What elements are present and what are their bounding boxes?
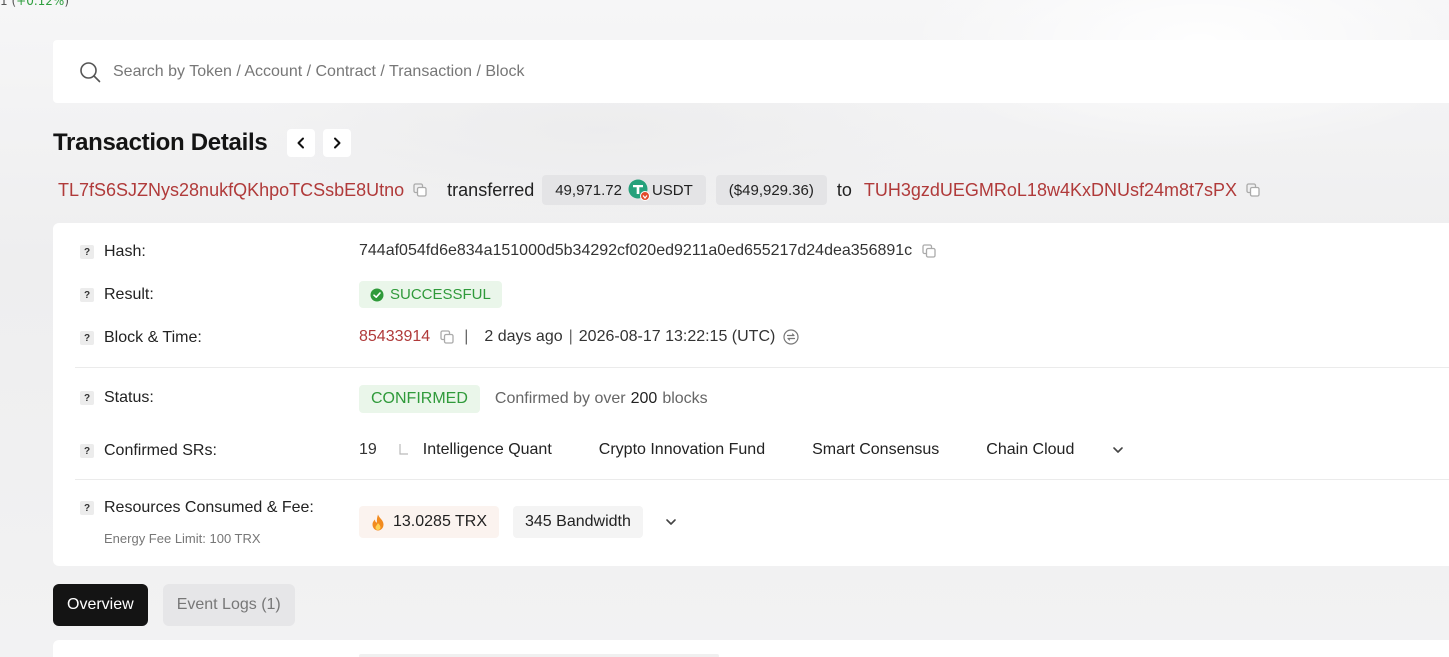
fee-badge: 13.0285 TRX [359, 506, 499, 538]
help-icon[interactable]: ? [80, 501, 94, 515]
copy-icon[interactable] [1246, 183, 1260, 197]
transferred-text: transferred [447, 179, 535, 200]
result-value: SUCCESSFUL [390, 286, 491, 303]
energy-fee-limit: Energy Fee Limit: 100 TRX [104, 531, 261, 546]
transaction-details-card: ? Hash: 744af054fd6e834a151000d5b34292cf… [53, 223, 1449, 566]
copy-icon[interactable] [440, 330, 454, 344]
search-icon [79, 61, 101, 83]
usd-value-badge: ($49,929.36) [715, 175, 827, 205]
overview-panel [53, 640, 1449, 657]
from-address-link[interactable]: TL7fS6SJZNys28nukfQKhpoTCSsbE8Utno [58, 180, 404, 201]
transfer-summary: TL7fS6SJZNys28nukfQKhpoTCSsbE8Utno trans… [58, 174, 1260, 206]
sr-item[interactable]: Chain Cloud [986, 441, 1074, 459]
search-bar[interactable] [53, 40, 1449, 103]
resources-label: Resources Consumed & Fee: [104, 499, 314, 516]
fire-icon [371, 514, 385, 531]
next-transaction-button[interactable] [323, 129, 352, 157]
copy-icon[interactable] [413, 183, 427, 197]
sr-item[interactable]: Smart Consensus [812, 441, 939, 459]
block-time-label: Block & Time: [104, 329, 202, 346]
ticker-text: 1 ( [0, 0, 17, 8]
chevron-left-icon [297, 137, 305, 149]
hash-value: 744af054fd6e834a151000d5b34292cf020ed921… [359, 242, 913, 259]
search-input[interactable] [113, 62, 813, 81]
result-badge: SUCCESSFUL [359, 281, 502, 308]
previous-transaction-button[interactable] [287, 129, 316, 157]
separator: | [464, 328, 469, 345]
help-icon[interactable]: ? [80, 444, 94, 458]
status-note-count: 200 [630, 390, 658, 407]
ticker-change: +0.12% [16, 0, 65, 8]
result-row: ? Result: [80, 286, 154, 304]
copy-icon[interactable] [922, 244, 936, 258]
tab-overview[interactable]: Overview [53, 584, 148, 626]
block-number-link[interactable]: 85433914 [359, 328, 430, 346]
fee-value: 13.0285 TRX [393, 513, 487, 530]
section-divider [75, 479, 1449, 480]
srs-count: 19 [359, 441, 377, 458]
confirmed-srs-row: ? Confirmed SRs: [80, 442, 217, 460]
amount-value: 49,971.72 [555, 181, 622, 199]
sr-item[interactable]: Intelligence Quant [423, 441, 552, 459]
chevron-right-icon [334, 137, 341, 149]
timezone-switch-icon[interactable] [783, 329, 799, 345]
help-icon[interactable]: ? [80, 331, 94, 345]
price-ticker: 1 (+0.12%) [0, 0, 69, 8]
amount-badge: 49,971.72 USDT [542, 175, 706, 205]
sr-item[interactable]: Crypto Innovation Fund [599, 441, 765, 459]
help-icon[interactable]: ? [80, 391, 94, 405]
status-label: Status: [104, 389, 154, 406]
page-title: Transaction Details [53, 129, 268, 156]
block-time-value-group: 85433914 | 2 days ago | 2026-08-17 13:22… [359, 328, 799, 346]
resources-row: ? Resources Consumed & Fee: [80, 499, 314, 517]
block-time-row: ? Block & Time: [80, 329, 202, 347]
tab-event-logs[interactable]: Event Logs (1) [162, 584, 295, 626]
bandwidth-badge: 345 Bandwidth [513, 506, 643, 538]
status-badge: CONFIRMED [359, 385, 480, 413]
section-divider [75, 367, 1449, 368]
hash-row: ? Hash: [80, 243, 146, 261]
help-icon[interactable]: ? [80, 288, 94, 302]
hash-label: Hash: [104, 243, 146, 260]
chevron-down-icon[interactable] [1112, 444, 1124, 456]
confirmed-srs-value-group: 19 Intelligence Quant Crypto Innovation … [359, 441, 1124, 459]
time-ago: 2 days ago [484, 328, 563, 345]
resources-value-group: 13.0285 TRX 345 Bandwidth [359, 506, 677, 538]
status-value-group: CONFIRMED Confirmed by over 200 blocks [359, 385, 708, 413]
token-symbol[interactable]: USDT [652, 182, 693, 199]
separator: | [568, 328, 573, 345]
chevron-down-icon[interactable] [665, 516, 677, 528]
result-value-group: SUCCESSFUL [359, 281, 502, 308]
hash-value-group: 744af054fd6e834a151000d5b34292cf020ed921… [359, 242, 936, 260]
check-circle-icon [370, 288, 384, 302]
to-address-link[interactable]: TUH3gzdUEGMRoL18w4KxDNUsf24m8t7sPX [864, 180, 1237, 201]
status-note-prefix: Confirmed by over [494, 390, 626, 407]
timestamp: 2026-08-17 13:22:15 (UTC) [578, 328, 776, 345]
tree-branch-icon [399, 444, 409, 456]
tether-icon [628, 179, 650, 201]
ticker-close: ) [64, 0, 70, 8]
confirmed-srs-label: Confirmed SRs: [104, 442, 217, 459]
status-note-suffix: blocks [662, 390, 708, 407]
to-text: to [836, 179, 852, 200]
result-label: Result: [104, 286, 154, 303]
help-icon[interactable]: ? [80, 245, 94, 259]
title-row: Transaction Details [53, 129, 352, 157]
status-row: ? Status: [80, 389, 154, 407]
detail-tabs: Overview Event Logs (1) [53, 584, 295, 626]
